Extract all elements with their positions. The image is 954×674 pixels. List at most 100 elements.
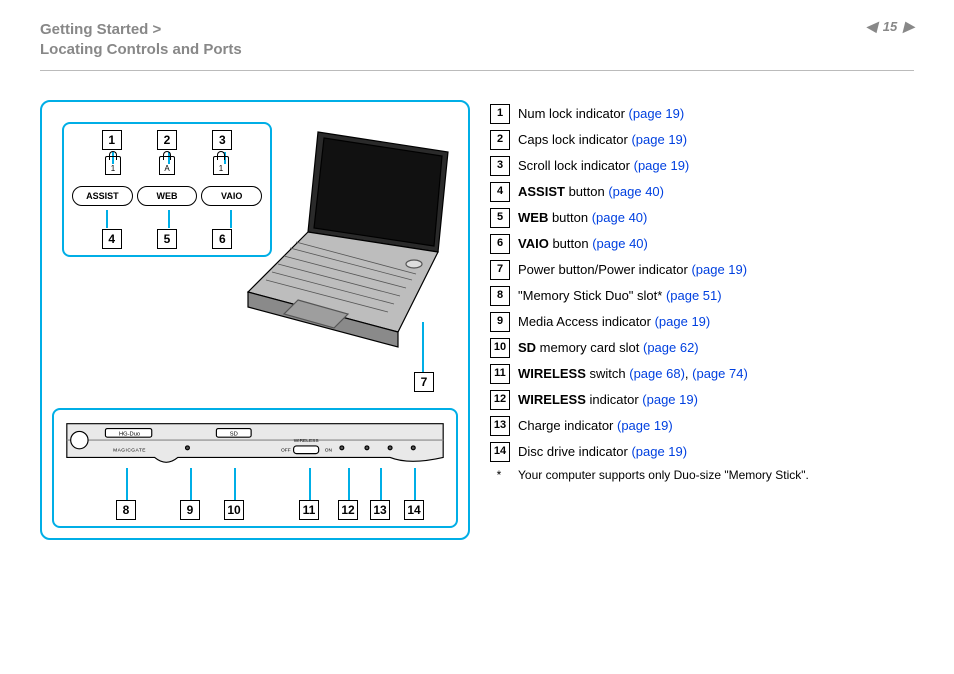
scrolllock-icon: 1 xyxy=(213,156,229,175)
figure-panel: 1 2 3 1 A 1 ASSIST WEB VAIO 4 5 xyxy=(40,100,470,540)
callout-14: 14 xyxy=(404,500,424,520)
legend-row: 7Power button/Power indicator (page 19) xyxy=(490,260,914,280)
legend-row: 2 Caps lock indicator (page 19) xyxy=(490,130,914,150)
legend-text: WIRELESS indicator (page 19) xyxy=(518,392,698,408)
legend-bold: WIRELESS xyxy=(518,392,586,407)
leader-line xyxy=(380,468,382,502)
legend-number: 2 xyxy=(490,130,510,150)
legend-number: 6 xyxy=(490,234,510,254)
leader-line xyxy=(309,468,311,502)
legend-text: SD memory card slot (page 62) xyxy=(518,340,699,356)
legend-text: Power button/Power indicator (page 19) xyxy=(518,262,747,278)
callout-3: 3 xyxy=(212,130,232,150)
legend-number: 12 xyxy=(490,390,510,410)
callout-9: 9 xyxy=(180,500,200,520)
legend-row: 8"Memory Stick Duo" slot* (page 51) xyxy=(490,286,914,306)
label-magicgate: MAGICGATE xyxy=(113,448,146,454)
label-wireless: WIRELESS xyxy=(294,438,319,444)
legend-number: 9 xyxy=(490,312,510,332)
legend-bold: WIRELESS xyxy=(518,366,586,381)
page-link[interactable]: (page 19) xyxy=(631,444,687,459)
page-link[interactable]: (page 19) xyxy=(642,392,698,407)
legend-list: 1Num lock indicator (page 19) 2 Caps lock … xyxy=(490,100,914,654)
legend-number: 4 xyxy=(490,182,510,202)
page-number: 15 xyxy=(883,19,897,34)
legend-text: "Memory Stick Duo" slot* (page 51) xyxy=(518,288,722,304)
legend-bold: VAIO xyxy=(518,236,549,251)
label-sd: SD xyxy=(230,431,238,437)
legend-row: 1Num lock indicator (page 19) xyxy=(490,104,914,124)
page-link[interactable]: (page 19) xyxy=(634,158,690,173)
legend-row: 10 SD memory card slot (page 62) xyxy=(490,338,914,358)
leader-line xyxy=(234,468,236,502)
legend-text: WIRELESS switch (page 68), (page 74) xyxy=(518,366,748,382)
leader-line xyxy=(422,322,424,372)
footnote: * Your computer supports only Duo-size "M… xyxy=(490,468,914,482)
breadcrumb-line2: Locating Controls and Ports xyxy=(40,40,914,60)
capslock-icon: A xyxy=(159,156,175,175)
laptop-illustration xyxy=(238,122,458,372)
page-link[interactable]: (page 19) xyxy=(629,106,685,121)
web-button-icon: WEB xyxy=(137,186,198,206)
legend-row: 11 WIRELESS switch (page 68), (page 74) xyxy=(490,364,914,384)
callout-12: 12 xyxy=(338,500,358,520)
footnote-mark: * xyxy=(490,468,508,482)
page-link[interactable]: (page 68) xyxy=(629,366,685,381)
leader-line xyxy=(230,210,232,228)
legend-row: 3 Scroll lock indicator (page 19) xyxy=(490,156,914,176)
leader-line xyxy=(106,210,108,228)
legend-number: 14 xyxy=(490,442,510,462)
legend-row: 4 ASSIST button (page 40) xyxy=(490,182,914,202)
legend-text: Scroll lock indicator (page 19) xyxy=(518,158,689,174)
leader-line xyxy=(168,210,170,228)
bottom-callout-labels: 8 9 10 11 12 13 14 xyxy=(54,500,456,522)
legend-row: 9Media Access indicator (page 19) xyxy=(490,312,914,332)
prev-page-arrow-icon[interactable]: ◀ xyxy=(866,18,877,35)
callout-5: 5 xyxy=(157,229,177,249)
legend-bold: SD xyxy=(518,340,536,355)
legend-row: 6 VAIO button (page 40) xyxy=(490,234,914,254)
footnote-text: Your computer supports only Duo-size "Me… xyxy=(518,468,809,482)
legend-bold: ASSIST xyxy=(518,184,565,199)
legend-row: 12 WIRELESS indicator (page 19) xyxy=(490,390,914,410)
legend-text: Caps lock indicator (page 19) xyxy=(518,132,687,148)
callout-7: 7 xyxy=(414,372,434,392)
legend-number: 5 xyxy=(490,208,510,228)
legend-row: 5WEB button (page 40) xyxy=(490,208,914,228)
front-edge-illustration: HG-Duo MAGICGATE SD WIRELESS OFF ON xyxy=(62,418,448,468)
legend-number: 11 xyxy=(490,364,510,384)
legend-bold: WEB xyxy=(518,210,548,225)
legend-number: 1 xyxy=(490,104,510,124)
page-link[interactable]: (page 19) xyxy=(617,418,673,433)
callout-6: 6 xyxy=(212,229,232,249)
legend-row: 13Charge indicator (page 19) xyxy=(490,416,914,436)
leader-line xyxy=(190,468,192,502)
label-hgduo: HG-Duo xyxy=(119,431,140,437)
page-number-nav: ◀ 15 ▶ xyxy=(866,18,914,35)
next-page-arrow-icon[interactable]: ▶ xyxy=(903,18,914,35)
page-link[interactable]: (page 19) xyxy=(691,262,747,277)
page-link[interactable]: (page 74) xyxy=(692,366,748,381)
page-link[interactable]: (page 40) xyxy=(592,210,648,225)
page-link[interactable]: (page 19) xyxy=(655,314,711,329)
legend-text: ASSIST button (page 40) xyxy=(518,184,664,200)
breadcrumb-line1: Getting Started > xyxy=(40,20,914,40)
label-on: ON xyxy=(325,448,333,454)
legend-text: Charge indicator (page 19) xyxy=(518,418,673,434)
legend-number: 10 xyxy=(490,338,510,358)
page-content: 1 2 3 1 A 1 ASSIST WEB VAIO 4 5 xyxy=(40,100,914,654)
callout-10: 10 xyxy=(224,500,244,520)
legend-row: 14Disc drive indicator (page 19) xyxy=(490,442,914,462)
callout-2: 2 xyxy=(157,130,177,150)
numlock-icon: 1 xyxy=(105,156,121,175)
legend-text: VAIO button (page 40) xyxy=(518,236,648,252)
page-link[interactable]: (page 40) xyxy=(592,236,648,251)
callout-13: 13 xyxy=(370,500,390,520)
front-edge-inset: HG-Duo MAGICGATE SD WIRELESS OFF ON 8 xyxy=(52,408,458,528)
page-link[interactable]: (page 40) xyxy=(608,184,664,199)
legend-number: 3 xyxy=(490,156,510,176)
page-link[interactable]: (page 62) xyxy=(643,340,699,355)
page-link[interactable]: (page 51) xyxy=(666,288,722,303)
page-link[interactable]: (page 19) xyxy=(631,132,687,147)
label-off: OFF xyxy=(281,448,291,454)
